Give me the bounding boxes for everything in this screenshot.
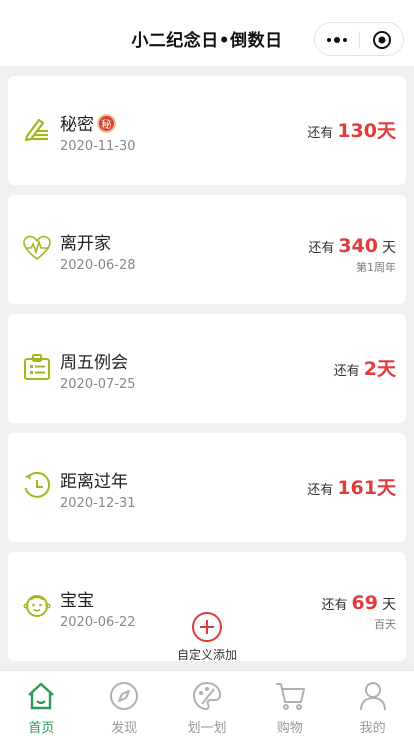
countdown-number: 340 (338, 235, 378, 257)
baby-face-icon (22, 590, 52, 620)
plus-circle-icon[interactable] (192, 612, 222, 642)
tab-home[interactable]: 首页 (0, 671, 83, 736)
tab-mine[interactable]: 我的 (331, 671, 414, 736)
secret-badge: 秘 (97, 114, 116, 133)
event-date: 2020-06-22 (60, 615, 136, 630)
tab-label: 发现 (111, 721, 138, 736)
heart-pulse-icon (22, 233, 52, 263)
cart-icon (273, 679, 307, 713)
event-name: 离开家 (60, 234, 111, 254)
event-name: 周五例会 (60, 353, 128, 373)
countdown: 还有 2天 (333, 358, 396, 380)
palette-icon (190, 679, 224, 713)
tab-shopping[interactable]: 购物 (248, 671, 331, 736)
event-card-secret[interactable]: 秘密秘 2020-11-30 还有 130天 (8, 76, 406, 185)
id-badge-icon (22, 352, 52, 382)
event-name: 宝宝 (60, 591, 94, 611)
more-menu-icon[interactable] (315, 23, 359, 57)
countdown-number: 2 (363, 358, 377, 380)
home-icon (24, 679, 58, 713)
anniversary-note: 第1周年 (356, 261, 396, 274)
countdown-number: 161 (337, 477, 377, 499)
tab-label: 划一划 (187, 721, 227, 736)
tab-discover[interactable]: 发现 (83, 671, 166, 736)
tab-label: 首页 (28, 721, 55, 736)
countdown: 还有 340 天 (308, 235, 396, 257)
countdown-number: 69 (351, 592, 378, 614)
event-name: 秘密秘 (60, 110, 116, 135)
event-date: 2020-07-25 (60, 377, 136, 392)
navigation-bar: 小二纪念日•倒数日 (0, 0, 414, 66)
event-card-leave-home[interactable]: 离开家 2020-06-28 还有 340 天 第1周年 (8, 195, 406, 304)
event-date: 2020-12-31 (60, 496, 136, 511)
event-card-new-year[interactable]: 距离过年 2020-12-31 还有 161天 (8, 433, 406, 542)
tab-label: 购物 (276, 721, 303, 736)
mini-program-capsule (314, 22, 404, 56)
countdown: 还有 130天 (307, 120, 396, 142)
countdown: 还有 161天 (307, 477, 396, 499)
countdown: 还有 69 天 (321, 592, 396, 614)
pen-document-icon (22, 114, 52, 144)
countdown-number: 130 (337, 120, 377, 142)
user-icon (356, 679, 390, 713)
event-card-friday-meeting[interactable]: 周五例会 2020-07-25 还有 2天 (8, 314, 406, 423)
custom-add-label: 自定义添加 (176, 648, 237, 662)
event-date: 2020-11-30 (60, 139, 136, 154)
compass-icon (107, 679, 141, 713)
event-name: 距离过年 (60, 472, 128, 492)
close-program-icon[interactable] (360, 23, 404, 57)
milestone-note: 百天 (374, 618, 396, 631)
tab-label: 我的 (359, 721, 386, 736)
custom-add-button[interactable]: 自定义添加 (170, 612, 244, 663)
tab-bar: 首页 发现 划一划 购物 我的 (0, 670, 414, 736)
event-date: 2020-06-28 (60, 258, 136, 273)
tab-swipe[interactable]: 划一划 (166, 671, 249, 736)
clock-icon (22, 471, 52, 501)
